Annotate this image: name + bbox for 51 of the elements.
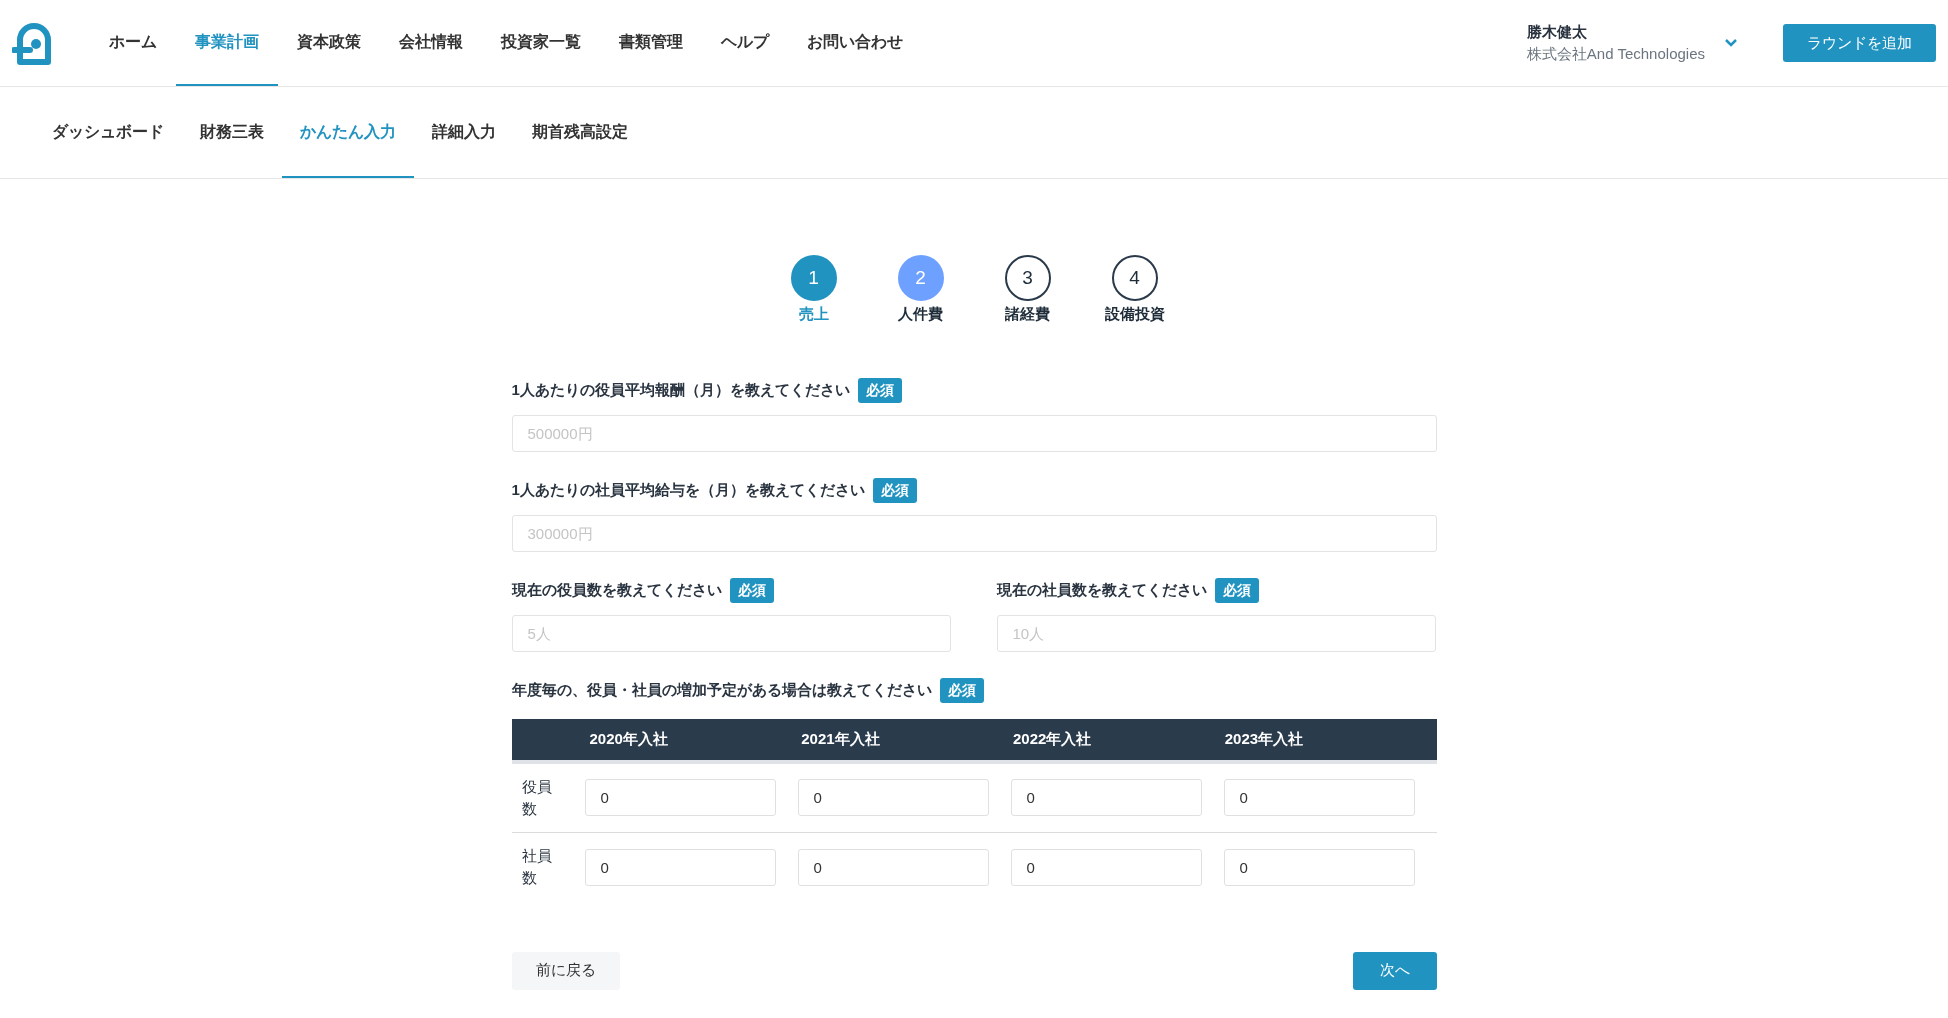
table-input[interactable]: 0 — [797, 779, 989, 817]
field-label: 1人あたりの社員平均給与を（月）を教えてください — [511, 479, 865, 500]
subnav-tab[interactable]: かんたん入力 — [282, 87, 414, 178]
row-label: 社員数 — [511, 832, 585, 902]
nav-tab[interactable]: 書類管理 — [600, 0, 702, 86]
next-button[interactable]: 次へ — [1352, 951, 1437, 990]
table-input[interactable]: 0 — [584, 779, 776, 817]
column-header: 2022年入社 — [1013, 728, 1093, 749]
input-field[interactable]: 500000円 — [511, 414, 1437, 452]
step-label: 諸経費 — [1005, 304, 1050, 324]
chevron-down-icon[interactable] — [1725, 39, 1737, 47]
table-input[interactable]: 0 — [797, 848, 989, 886]
row-label: 役員数 — [511, 763, 585, 833]
user-name: 勝木健太 — [1526, 21, 1588, 42]
back-button[interactable]: 前に戻る — [511, 951, 620, 990]
nav-tab[interactable]: 事業計画 — [176, 0, 278, 86]
table-input[interactable]: 0 — [1223, 779, 1415, 817]
input-field[interactable]: 300000円 — [511, 514, 1437, 552]
required-badge: 必須 — [857, 377, 902, 403]
field-label: 現在の社員数を教えてください — [996, 579, 1207, 600]
table-input[interactable]: 0 — [1010, 779, 1202, 817]
company-name: 株式会社And Technologies — [1526, 44, 1705, 64]
required-badge: 必須 — [872, 477, 917, 503]
column-header: 2021年入社 — [801, 728, 881, 749]
step-label: 設備投資 — [1104, 304, 1165, 324]
field-label: 現在の役員数を教えてください — [511, 579, 722, 600]
table-input[interactable]: 0 — [584, 848, 776, 886]
input-field[interactable]: 10人 — [996, 614, 1436, 652]
column-header: 2023年入社 — [1224, 728, 1305, 749]
nav-tab[interactable]: お問い合わせ — [788, 0, 922, 86]
nav-tab[interactable]: 投資家一覧 — [482, 0, 600, 86]
required-badge: 必須 — [939, 677, 984, 703]
required-badge: 必須 — [1214, 577, 1259, 603]
nav-tab[interactable]: ヘルプ — [702, 0, 788, 86]
nav-tab[interactable]: 会社情報 — [380, 0, 482, 86]
field-label: 1人あたりの役員平均報酬（月）を教えてください — [511, 379, 850, 400]
column-header: 2020年入社 — [589, 728, 669, 749]
subnav-tab[interactable]: 詳細入力 — [414, 87, 514, 178]
subnav-tab[interactable]: 財務三表 — [182, 87, 282, 178]
field-label: 年度毎の、役員・社員の増加予定がある場合は教えてください — [511, 679, 932, 700]
nav-tab[interactable]: ホーム — [90, 0, 176, 86]
step-label: 人件費 — [898, 304, 943, 324]
input-field[interactable]: 5人 — [511, 614, 951, 652]
required-badge: 必須 — [729, 577, 774, 603]
add-round-button[interactable]: ラウンドを追加 — [1783, 24, 1936, 62]
table-input[interactable]: 0 — [1223, 848, 1415, 886]
table-input[interactable]: 0 — [1010, 848, 1202, 886]
subnav-tab[interactable]: 期首残高設定 — [514, 87, 646, 178]
subnav-tab[interactable]: ダッシュボード — [34, 87, 182, 178]
step-label: 売上 — [798, 304, 829, 324]
nav-tab[interactable]: 資本政策 — [278, 0, 380, 86]
